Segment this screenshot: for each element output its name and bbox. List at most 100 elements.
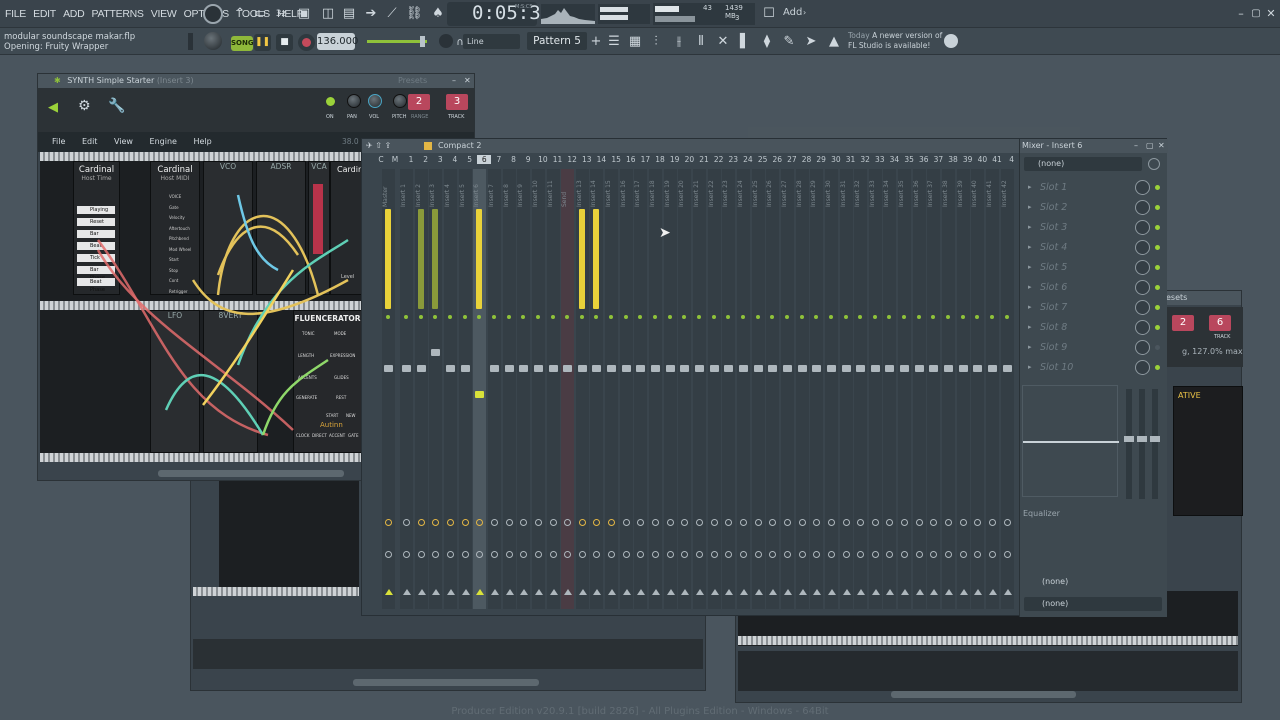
route-knob[interactable] xyxy=(622,519,630,526)
send-knob[interactable] xyxy=(593,551,601,558)
volume-fader[interactable] xyxy=(944,365,954,372)
close-icon[interactable]: ✕ xyxy=(1158,139,1165,153)
track-enable-led[interactable] xyxy=(711,315,716,319)
track-enable-led[interactable] xyxy=(609,315,614,319)
track-enable-led[interactable] xyxy=(506,315,511,319)
route-arrow-icon[interactable] xyxy=(385,589,393,595)
send-knob[interactable] xyxy=(461,551,469,558)
volume-fader[interactable] xyxy=(475,391,485,398)
channel-icon[interactable]: ⫴ xyxy=(693,34,709,50)
route-arrow-icon[interactable] xyxy=(842,589,851,595)
slot-enable-led[interactable] xyxy=(1155,185,1160,190)
send-knob[interactable] xyxy=(974,551,982,558)
pause-button[interactable]: ❚❚ xyxy=(254,34,271,51)
slot-enable-led[interactable] xyxy=(1155,225,1160,230)
bg-right-track-display[interactable]: 6 xyxy=(1209,315,1231,331)
route-arrow-icon[interactable] xyxy=(476,589,485,595)
pitch-knob[interactable] xyxy=(393,94,407,108)
pan-knob[interactable] xyxy=(347,94,361,108)
insert-slot[interactable]: ▸ Slot 10 xyxy=(1026,359,1164,376)
send-knob[interactable] xyxy=(813,551,821,558)
route-knob[interactable] xyxy=(564,519,572,526)
mixer-track-strip[interactable]: Insert 8 xyxy=(502,169,516,609)
master-volume-knob[interactable] xyxy=(204,32,222,50)
route-knob[interactable] xyxy=(710,519,718,526)
mixer-track-strip[interactable]: Insert 4 xyxy=(443,169,457,609)
mixer-track-strip[interactable]: Insert 27 xyxy=(780,169,794,609)
send-knob[interactable] xyxy=(534,551,542,558)
slot-mix-knob[interactable] xyxy=(1135,200,1150,215)
send-knob[interactable] xyxy=(842,551,850,558)
volume-fader[interactable] xyxy=(548,365,558,372)
track-enable-led[interactable] xyxy=(521,315,526,319)
menu-patterns[interactable]: PATTERNS xyxy=(92,0,144,28)
mixer-track-strip[interactable]: Insert 22 xyxy=(707,169,721,609)
track-enable-led[interactable] xyxy=(667,315,672,319)
insert-slot[interactable]: ▸ Slot 9 xyxy=(1026,339,1164,356)
volume-fader[interactable] xyxy=(384,365,393,372)
mixer-track-strip[interactable]: Insert 30 xyxy=(824,169,838,609)
route-knob[interactable] xyxy=(608,519,616,526)
slot-enable-led[interactable] xyxy=(1155,285,1160,290)
link-icon[interactable]: ⛓ xyxy=(406,6,423,22)
hint-scroll[interactable] xyxy=(188,33,193,50)
stop-button[interactable]: ■ xyxy=(276,34,293,51)
track-enable-led[interactable] xyxy=(638,315,643,319)
slot-mix-knob[interactable] xyxy=(1135,300,1150,315)
track-enable-led[interactable] xyxy=(799,315,804,319)
track-enable-led[interactable] xyxy=(653,315,658,319)
volume-fader[interactable] xyxy=(519,365,529,372)
route-arrow-icon[interactable] xyxy=(739,589,748,595)
send-knob[interactable] xyxy=(798,551,806,558)
route-knob[interactable] xyxy=(461,519,469,526)
track-enable-led[interactable] xyxy=(726,315,731,319)
mixer-track-strip[interactable]: Insert 24 xyxy=(736,169,750,609)
synth-menu-help[interactable]: Help xyxy=(193,137,211,146)
volume-fader[interactable] xyxy=(489,365,499,372)
route-arrow-icon[interactable] xyxy=(989,589,997,595)
main-volume-slider[interactable] xyxy=(367,40,427,43)
mixer-track-strip[interactable]: Insert 1 xyxy=(400,169,413,609)
route-knob[interactable] xyxy=(505,519,513,526)
track-enable-led[interactable] xyxy=(682,315,687,319)
eq-band-2[interactable] xyxy=(1137,436,1147,442)
send-knob[interactable] xyxy=(520,551,528,558)
slot-mix-knob[interactable] xyxy=(1135,220,1150,235)
send-knob[interactable] xyxy=(857,551,865,558)
route-arrow-icon[interactable] xyxy=(901,589,910,595)
route-arrow-icon[interactable] xyxy=(622,589,631,595)
restore-icon[interactable]: ▢ xyxy=(1248,6,1264,22)
route-knob[interactable] xyxy=(754,519,762,526)
mixer-icon[interactable]: ⫲ xyxy=(671,34,687,50)
volume-fader[interactable] xyxy=(504,365,514,372)
volume-fader[interactable] xyxy=(988,365,997,372)
route-knob[interactable] xyxy=(769,519,777,526)
route-knob[interactable] xyxy=(578,519,586,526)
route-knob[interactable] xyxy=(432,519,440,526)
track-enable-led[interactable] xyxy=(784,315,789,319)
volume-fader[interactable] xyxy=(914,365,924,372)
output-select-2[interactable]: (none) xyxy=(1024,597,1162,611)
volume-fader[interactable] xyxy=(636,365,646,372)
volume-fader[interactable] xyxy=(431,349,441,356)
send-knob[interactable] xyxy=(901,551,909,558)
mixer-track-strip[interactable]: Insert 35 xyxy=(898,169,912,609)
countdown-icon[interactable]: 3z xyxy=(273,6,289,22)
route-arrow-icon[interactable] xyxy=(564,589,573,595)
volume-fader[interactable] xyxy=(651,365,661,372)
route-arrow-icon[interactable] xyxy=(520,589,529,595)
slot-expand-icon[interactable]: ▸ xyxy=(1028,279,1032,296)
chat-icon[interactable]: ☐ xyxy=(761,6,777,22)
volume-fader[interactable] xyxy=(973,365,983,372)
metronome-icon[interactable]: ⌃ xyxy=(232,6,248,22)
slot-expand-icon[interactable]: ▸ xyxy=(1028,299,1032,316)
wrench-icon[interactable]: 🔧 xyxy=(108,98,125,114)
synth-menu-engine[interactable]: Engine xyxy=(150,137,177,146)
volume-fader[interactable] xyxy=(753,365,763,372)
send-knob[interactable] xyxy=(505,551,513,558)
volume-fader[interactable] xyxy=(592,365,602,372)
volume-fader[interactable] xyxy=(885,365,895,372)
route-knob[interactable] xyxy=(520,519,528,526)
menu-file[interactable]: FILE xyxy=(5,0,26,28)
send-knob[interactable] xyxy=(681,551,689,558)
